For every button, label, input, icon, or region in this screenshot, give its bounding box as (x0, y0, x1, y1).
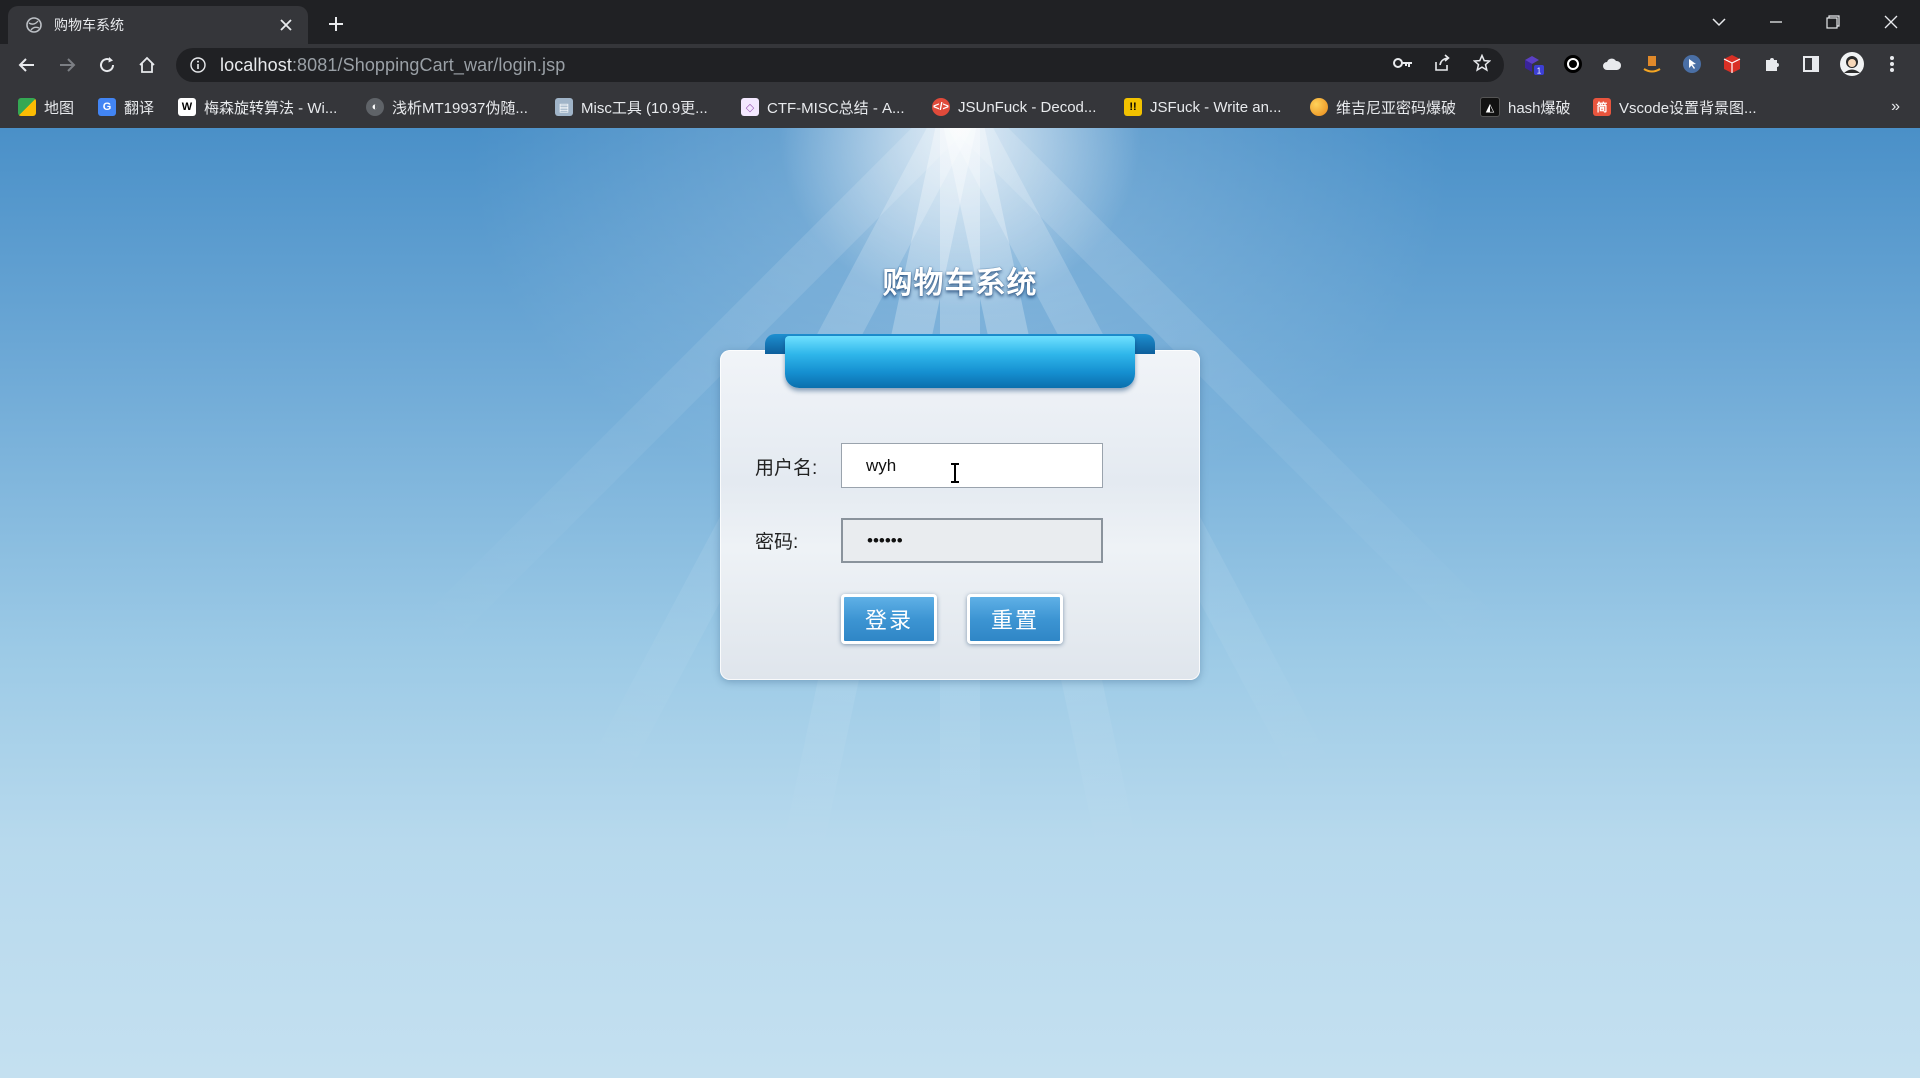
bookmark-maps[interactable]: 地图 (18, 94, 74, 120)
bookmark-label: 维吉尼亚密码爆破 (1336, 99, 1457, 117)
chevron-down-icon[interactable] (1699, 8, 1739, 36)
bookmark-jsfuck[interactable]: !! JSFuck - Write an... (1124, 94, 1281, 120)
bookmark-hash[interactable]: ◭ hash爆破 (1480, 94, 1571, 120)
bookmark-label: Vscode设置背景图... (1619, 99, 1757, 117)
bookmark-label: JSUnFuck - Decod... (958, 98, 1097, 116)
amazon-icon[interactable] (1641, 53, 1663, 75)
bookmarks-overflow-chevron[interactable]: » (1891, 98, 1900, 116)
login-button[interactable]: 登录 (841, 594, 937, 644)
address-bar[interactable]: localhost:8081/ShoppingCart_war/login.js… (176, 48, 1504, 82)
forward-arrow-icon[interactable] (53, 51, 81, 79)
bookmark-label: Misc工具 (10.9更... (581, 99, 708, 117)
cursor-extension-icon[interactable] (1681, 53, 1703, 75)
bookmark-label: 浅析MT19937伪随... (392, 99, 528, 117)
info-icon[interactable] (190, 57, 206, 73)
url-text: localhost:8081/ShoppingCart_war/login.js… (220, 55, 565, 76)
maps-icon (18, 98, 36, 116)
close-tab-icon[interactable] (276, 15, 296, 35)
jsfuck-icon: !! (1124, 98, 1142, 116)
bookmark-mt19937[interactable]: ◐ 浅析MT19937伪随... (366, 94, 528, 120)
bookmark-ctf-misc[interactable]: ◇ CTF-MISC总结 - A... (741, 94, 905, 120)
restore-icon[interactable] (1813, 8, 1853, 36)
url-host: localhost (220, 54, 292, 75)
new-tab-icon[interactable] (322, 10, 350, 38)
bookmark-translate[interactable]: G 翻译 (98, 94, 154, 120)
key-icon[interactable] (1391, 51, 1415, 75)
share-icon[interactable] (1430, 51, 1454, 75)
username-input[interactable]: wyh (841, 443, 1103, 488)
minimize-icon[interactable] (1756, 8, 1796, 36)
page-viewport: 购物车系统 用户名: wyh 密码: •••••• 登录 重置 (0, 128, 1920, 1078)
password-label: 密码: (755, 532, 799, 553)
hash-icon: ◭ (1480, 97, 1500, 117)
tab-strip: 购物车系统 (0, 0, 1920, 44)
close-window-icon[interactable] (1871, 8, 1911, 36)
bookmarks-bar: 地图 G 翻译 W 梅森旋转算法 - Wi... ◐ 浅析MT19937伪随..… (0, 86, 1920, 129)
back-arrow-icon[interactable] (13, 51, 41, 79)
url-path: :8081/ShoppingCart_war/login.jsp (291, 54, 566, 75)
bookmark-label: 翻译 (124, 99, 155, 117)
home-icon[interactable] (133, 51, 161, 79)
browser-toolbar: localhost:8081/ShoppingCart_war/login.js… (0, 44, 1920, 86)
reload-icon[interactable] (93, 51, 121, 79)
page-title: 购物车系统 (882, 267, 1038, 300)
cloud-icon[interactable] (1601, 53, 1623, 75)
bookmark-label: CTF-MISC总结 - A... (767, 99, 905, 117)
circle-extension-icon[interactable] (1562, 53, 1584, 75)
puzzle-icon[interactable] (1761, 53, 1783, 75)
tab-title: 购物车系统 (54, 17, 124, 33)
bookmark-label: hash爆破 (1508, 99, 1571, 117)
star-icon[interactable] (1470, 51, 1494, 75)
globe-icon (26, 17, 42, 33)
profile-avatar-icon[interactable] (1839, 51, 1865, 77)
browser-tab[interactable]: 购物车系统 (8, 6, 308, 44)
more-menu-icon[interactable] (1881, 53, 1903, 75)
bookmark-jsunfuck[interactable]: </> JSUnFuck - Decod... (932, 94, 1096, 120)
extension-cube-icon[interactable]: 1 (1522, 53, 1544, 75)
side-panel-icon[interactable] (1800, 53, 1822, 75)
bookmark-label: 地图 (44, 99, 75, 117)
code-icon: </> (932, 98, 950, 116)
bookmark-vscode-bg[interactable]: 简 Vscode设置背景图... (1593, 94, 1757, 120)
bookmark-label: JSFuck - Write an... (1150, 98, 1282, 116)
globe-icon: ◐ (366, 98, 384, 116)
orb-icon (1310, 98, 1328, 116)
bookmark-vigenere[interactable]: 维吉尼亚密码爆破 (1310, 94, 1456, 120)
ribbon-banner (785, 336, 1135, 388)
doc-icon: ▤ (555, 98, 573, 116)
bookmark-mersenne[interactable]: W 梅森旋转算法 - Wi... (178, 94, 337, 120)
login-form: 用户名: wyh 密码: •••••• 登录 重置 (720, 334, 1200, 680)
wikipedia-icon: W (178, 98, 196, 116)
reset-button[interactable]: 重置 (967, 594, 1063, 644)
extension-badge-count: 1 (1537, 67, 1542, 76)
bookmark-label: 梅森旋转算法 - Wi... (204, 99, 338, 117)
shield-icon: ◇ (741, 98, 759, 116)
translate-icon: G (98, 98, 116, 116)
text-cursor-icon (951, 463, 959, 483)
bookmark-misc-tools[interactable]: ▤ Misc工具 (10.9更... (555, 94, 708, 120)
red-cube-icon[interactable] (1721, 53, 1743, 75)
password-input[interactable]: •••••• (841, 518, 1103, 563)
username-label: 用户名: (755, 458, 818, 479)
jianshu-icon: 简 (1593, 98, 1611, 116)
